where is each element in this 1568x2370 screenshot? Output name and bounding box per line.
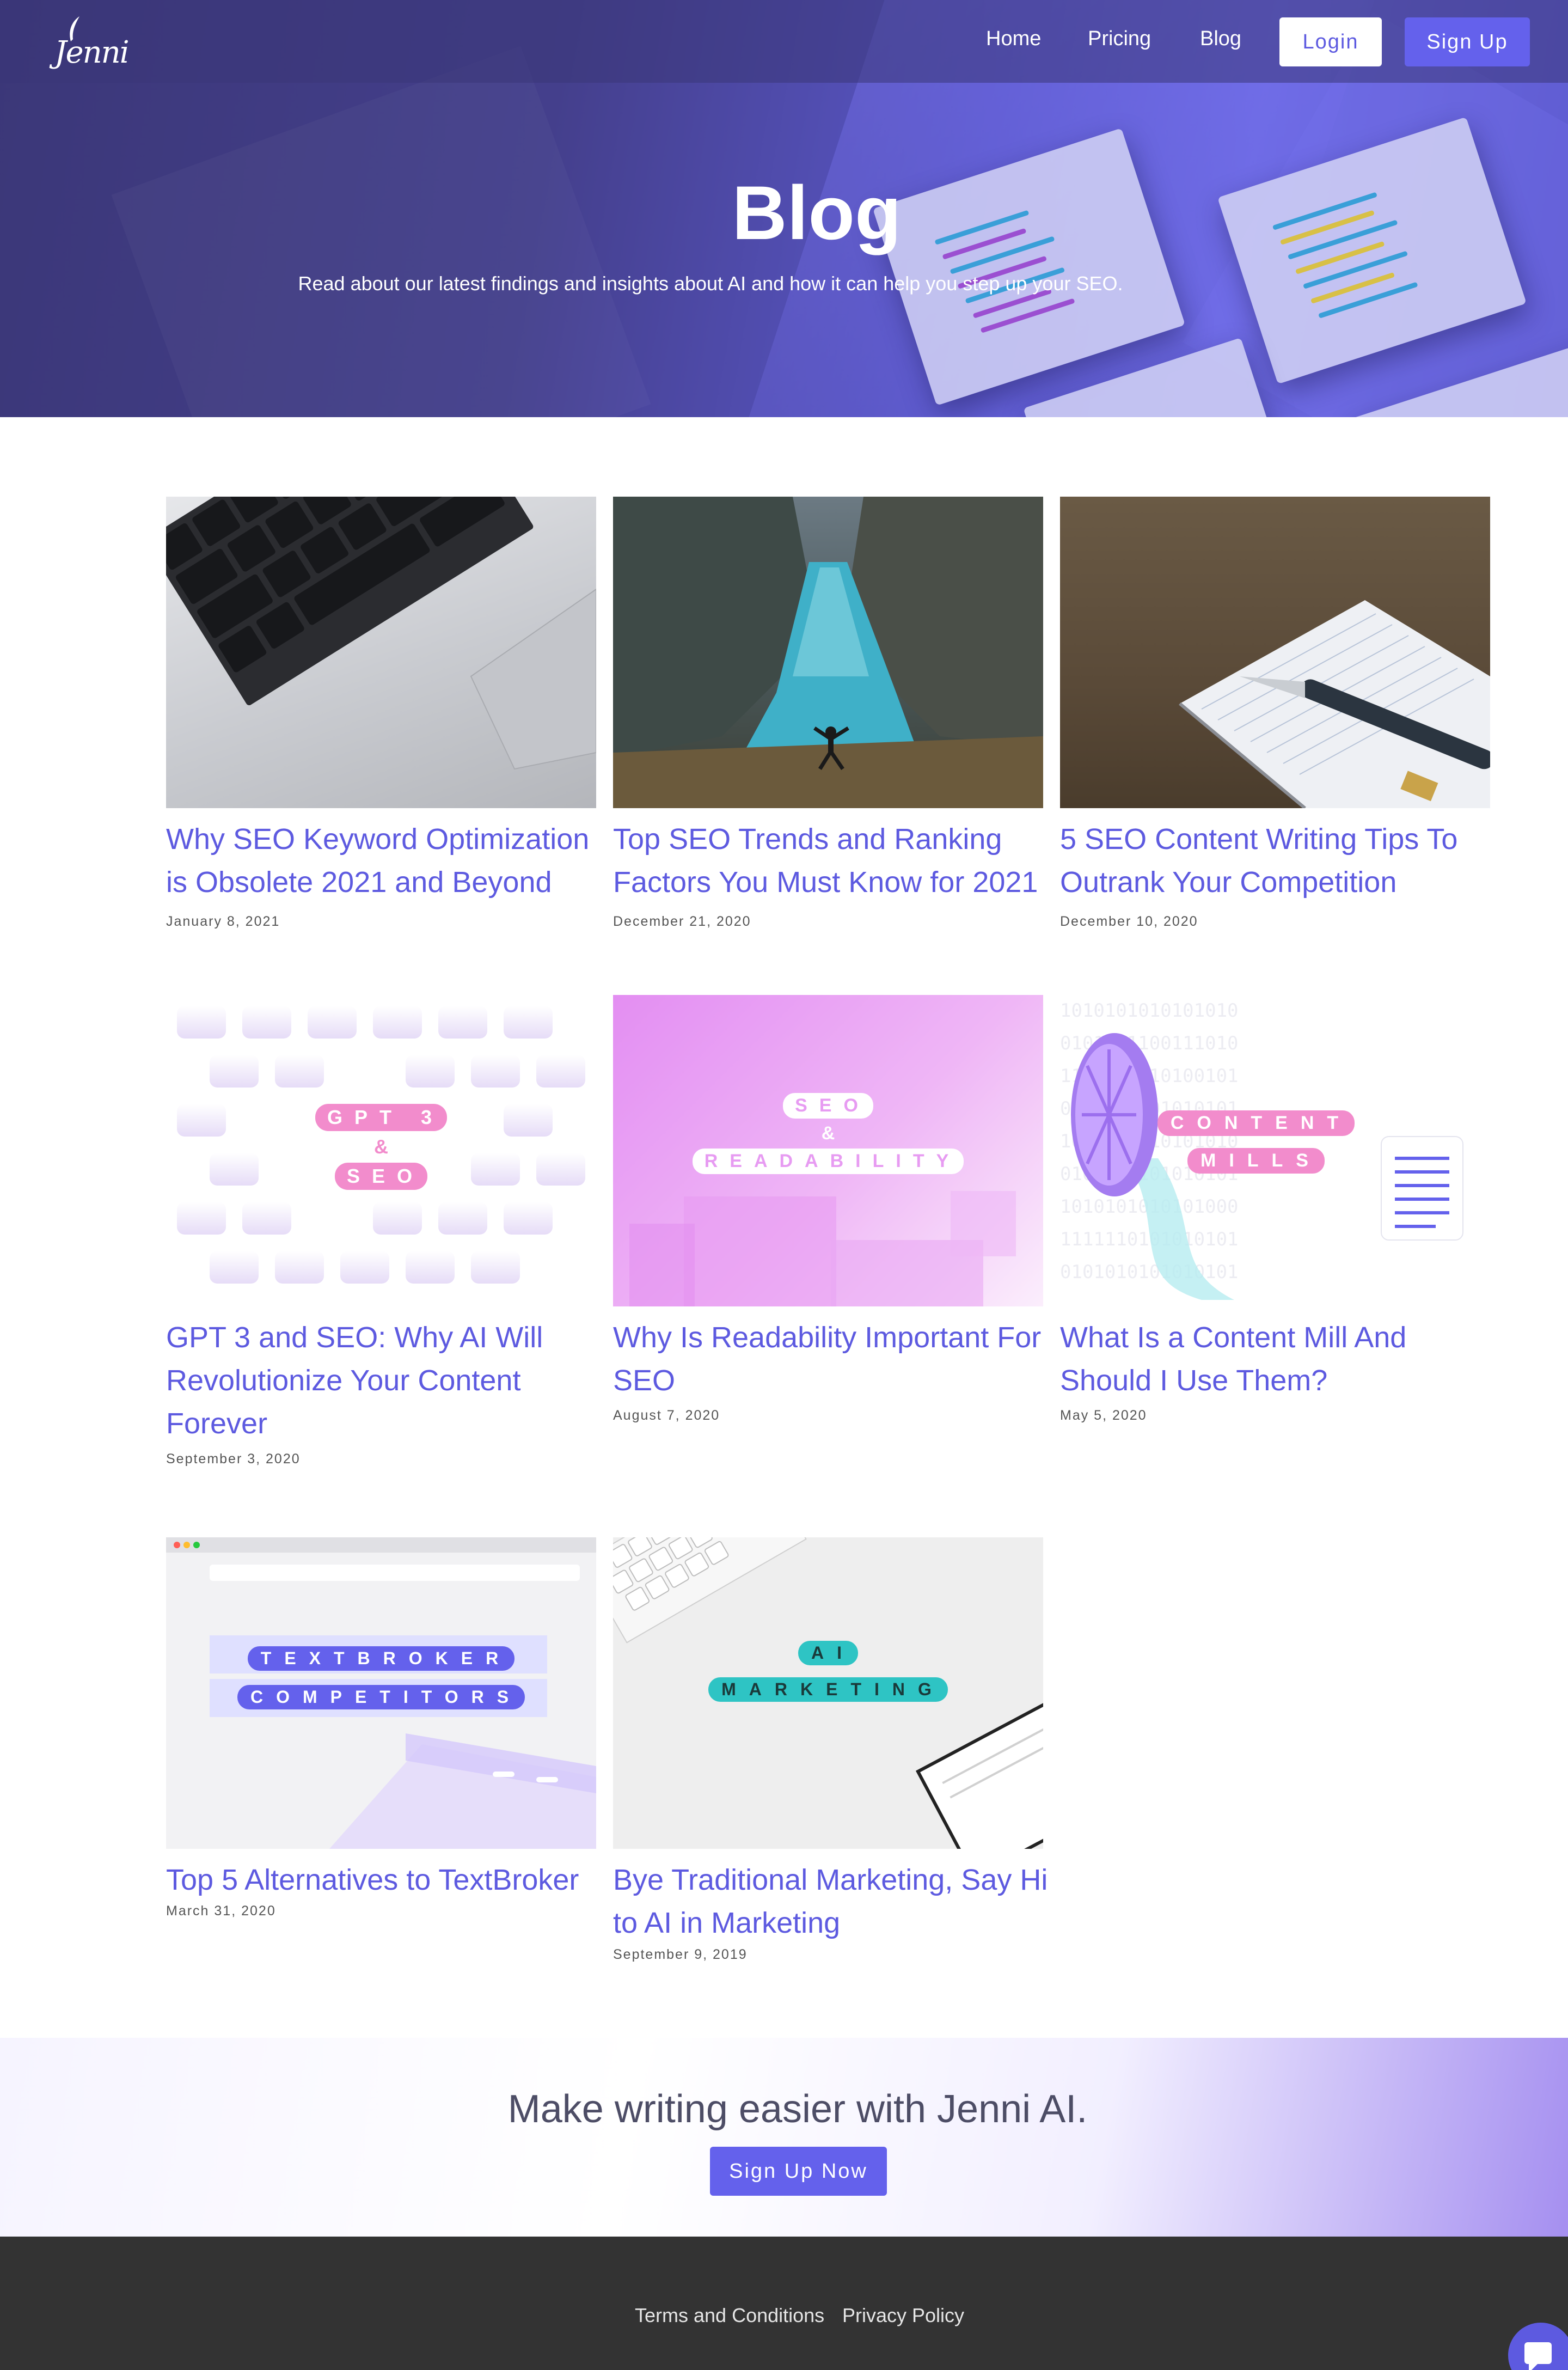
page-subtitle: Read about our latest findings and insig… (298, 272, 1123, 295)
top-navbar: Jenni Home Pricing Blog Login Sign Up (0, 0, 1568, 83)
svg-text:1111110101010101: 1111110101010101 (1060, 1229, 1239, 1250)
chat-icon (1524, 2342, 1552, 2370)
post-date: December 21, 2020 (613, 914, 751, 929)
tile-text: SEO (783, 1093, 873, 1119)
logo-text: Jenni (54, 35, 130, 70)
post-thumbnail[interactable]: GPT 3 & SEO (166, 995, 596, 1306)
post-date: March 31, 2020 (166, 1903, 276, 1919)
nav-blog[interactable]: Blog (1200, 27, 1241, 51)
post-thumbnail[interactable]: SEO & READABILITY (613, 995, 1043, 1306)
blog-card[interactable]: GPT 3 & SEO GPT 3 and SEO: Why AI Will R… (166, 995, 596, 1474)
chat-widget-button[interactable] (1508, 2323, 1568, 2370)
blog-card[interactable]: Top SEO Trends and Ranking Factors You M… (613, 497, 1043, 932)
post-date: September 9, 2019 (613, 1947, 748, 1962)
terms-link[interactable]: Terms and Conditions (635, 2304, 824, 2327)
image-caption: TEXTBROKER COMPETITORS (166, 1646, 596, 1709)
post-date: December 10, 2020 (1060, 914, 1198, 929)
tile-text: MARKETING (708, 1677, 948, 1702)
post-thumbnail[interactable]: 10101010101010100101011100111010 1110101… (1060, 995, 1490, 1306)
post-title[interactable]: Top SEO Trends and Ranking Factors You M… (613, 818, 1049, 904)
post-title[interactable]: Bye Traditional Marketing, Say Hi to AI … (613, 1859, 1049, 1945)
tile-text: GPT 3 (315, 1104, 448, 1131)
svg-text:0101010101010101: 0101010101010101 (1060, 1261, 1239, 1283)
tile-text: TEXTBROKER (247, 1646, 515, 1671)
blog-card[interactable]: AI MARKETING Bye Traditional Marketing, … (613, 1537, 1048, 1973)
svg-text:0101011100111010: 0101011100111010 (1060, 1033, 1239, 1054)
image-caption: SEO & READABILITY (613, 1093, 1043, 1174)
tile-text: MILLS (1187, 1148, 1325, 1174)
blog-card[interactable]: Why SEO Keyword Optimization is Obsolete… (166, 497, 596, 932)
footer: Terms and Conditions Privacy Policy (0, 2237, 1568, 2370)
cta-title: Make writing easier with Jenni AI. (507, 2087, 1088, 2131)
post-title[interactable]: Top 5 Alternatives to TextBroker (166, 1859, 602, 1902)
blog-card[interactable]: 10101010101010100101011100111010 1110101… (1060, 995, 1490, 1431)
tile-text: READABILITY (692, 1149, 964, 1174)
cta-section: Make writing easier with Jenni AI. Sign … (0, 2038, 1568, 2237)
svg-text:1010101010101010: 1010101010101010 (1060, 1000, 1239, 1022)
post-date: January 8, 2021 (166, 914, 280, 929)
post-title[interactable]: 5 SEO Content Writing Tips To Outrank Yo… (1060, 818, 1496, 904)
tile-text: COMPETITORS (237, 1685, 525, 1709)
keyboard-image (166, 497, 596, 770)
tile-text: SEO (334, 1163, 428, 1190)
post-date: August 7, 2020 (613, 1408, 720, 1423)
post-title[interactable]: GPT 3 and SEO: Why AI Will Revolutionize… (166, 1316, 602, 1445)
blog-card[interactable]: SEO & READABILITY Why Is Readability Imp… (613, 995, 1043, 1431)
image-caption: AI MARKETING (613, 1641, 1043, 1702)
blog-card[interactable]: TEXTBROKER COMPETITORS Top 5 Alternative… (166, 1537, 596, 1929)
tile-text: CONTENT (1157, 1110, 1355, 1136)
blog-card[interactable]: 5 SEO Content Writing Tips To Outrank Yo… (1060, 497, 1490, 932)
tile-text: & (821, 1123, 835, 1144)
tile-text: AI (798, 1641, 858, 1665)
lake-image (613, 497, 1043, 808)
post-title[interactable]: What Is a Content Mill And Should I Use … (1060, 1316, 1496, 1402)
post-thumbnail[interactable] (613, 497, 1043, 808)
privacy-link[interactable]: Privacy Policy (842, 2304, 964, 2327)
login-button[interactable]: Login (1279, 17, 1382, 66)
post-thumbnail[interactable]: TEXTBROKER COMPETITORS (166, 1537, 596, 1849)
post-thumbnail[interactable]: AI MARKETING (613, 1537, 1043, 1849)
signup-now-button[interactable]: Sign Up Now (710, 2147, 887, 2196)
post-title[interactable]: Why SEO Keyword Optimization is Obsolete… (166, 818, 602, 904)
image-caption: CONTENT MILLS (1093, 1110, 1419, 1174)
post-date: May 5, 2020 (1060, 1408, 1147, 1423)
image-caption: GPT 3 & SEO (166, 1104, 596, 1190)
post-thumbnail[interactable] (166, 497, 596, 808)
post-thumbnail[interactable] (1060, 497, 1490, 808)
post-date: September 3, 2020 (166, 1451, 301, 1467)
nav-pricing[interactable]: Pricing (1088, 27, 1151, 51)
notebook-image (1179, 600, 1490, 808)
jenni-logo[interactable]: Jenni (54, 15, 130, 70)
post-title[interactable]: Why Is Readability Important For SEO (613, 1316, 1049, 1402)
page-title: Blog (732, 170, 902, 255)
nav-home[interactable]: Home (986, 27, 1041, 51)
tile-text: & (374, 1135, 388, 1158)
signup-button[interactable]: Sign Up (1405, 17, 1530, 66)
